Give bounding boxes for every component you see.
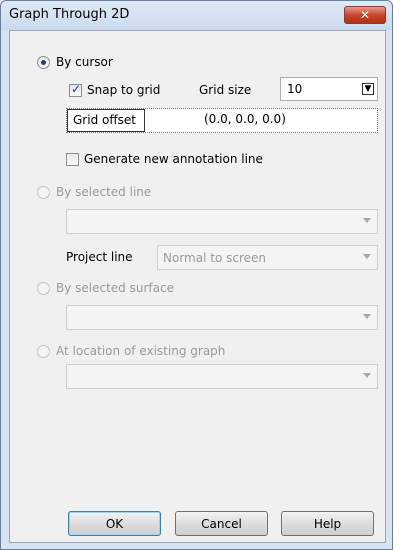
by-cursor-label: By cursor	[56, 55, 113, 69]
generate-annotation-checkbox[interactable]	[66, 153, 79, 166]
by-selected-line-label: By selected line	[56, 185, 152, 199]
snap-to-grid-label: Snap to grid	[87, 83, 161, 97]
spinner-down-icon[interactable]: ▼	[362, 83, 374, 95]
existing-graph-dropdown[interactable]	[66, 364, 378, 389]
by-cursor-radio[interactable]	[37, 56, 50, 69]
chevron-down-icon	[363, 373, 371, 378]
by-selected-surface-radio[interactable]	[37, 282, 50, 295]
project-line-label: Project line	[66, 250, 133, 264]
project-line-value: Normal to screen	[163, 251, 266, 265]
help-label: Help	[313, 516, 342, 531]
grid-size-value: 10	[287, 82, 303, 96]
selected-line-dropdown[interactable]	[66, 209, 378, 234]
ok-button[interactable]: OK	[68, 511, 161, 536]
snap-to-grid-checkbox[interactable]: ✓	[69, 82, 82, 97]
by-selected-surface-label: By selected surface	[56, 281, 174, 295]
existing-graph-radio[interactable]	[37, 345, 50, 358]
existing-graph-label: At location of existing graph	[56, 344, 226, 358]
generate-annotation-label: Generate new annotation line	[84, 152, 263, 166]
help-button[interactable]: Help	[281, 511, 374, 536]
grid-size-field[interactable]: 10 ▼	[280, 77, 378, 101]
dialog-body: By cursor ✓ Snap to grid Grid size 10 ▼ …	[9, 30, 386, 543]
project-line-dropdown[interactable]: Normal to screen	[157, 245, 378, 270]
grid-offset-label: Grid offset	[73, 113, 136, 127]
window-title: Graph Through 2D	[9, 7, 130, 22]
grid-offset-button[interactable]: Grid offset	[67, 109, 145, 132]
chevron-down-icon	[363, 314, 371, 319]
cancel-button[interactable]: Cancel	[175, 511, 268, 536]
ok-label: OK	[105, 516, 124, 531]
close-icon: ✕	[359, 8, 371, 22]
chevron-down-icon	[363, 218, 371, 223]
title-bar[interactable]: Graph Through 2D ✕	[1, 1, 392, 30]
dialog-window: Graph Through 2D ✕ By cursor ✓ Snap to g…	[0, 0, 393, 550]
selected-surface-dropdown[interactable]	[66, 305, 378, 330]
grid-offset-field[interactable]: Grid offset (0.0, 0.0, 0.0)	[66, 108, 378, 133]
chevron-down-icon	[363, 254, 371, 259]
grid-offset-value: (0.0, 0.0, 0.0)	[204, 112, 286, 126]
checkmark-icon: ✓	[71, 82, 82, 96]
by-selected-line-radio[interactable]	[37, 186, 50, 199]
grid-size-label: Grid size	[199, 83, 252, 97]
close-button[interactable]: ✕	[344, 6, 386, 24]
cancel-label: Cancel	[201, 516, 242, 531]
